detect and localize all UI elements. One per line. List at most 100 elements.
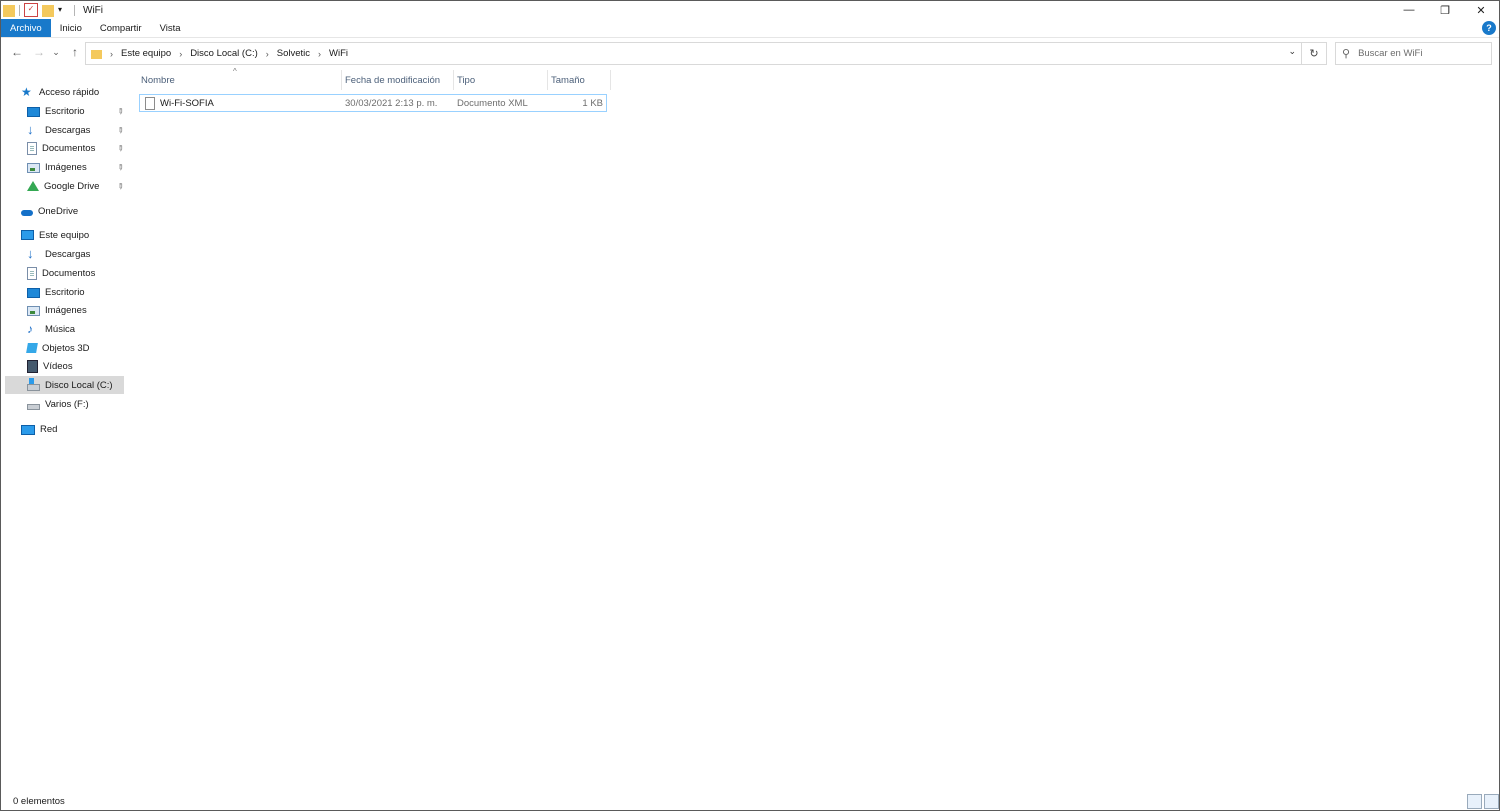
sidebar-item-documentos-pc[interactable]: Documentos xyxy=(5,264,124,282)
breadcrumb-separator: › xyxy=(265,48,269,59)
sidebar-item-escritorio[interactable]: Escritorio ✎ xyxy=(5,102,126,120)
customize-toolbar-icon[interactable]: ▾ xyxy=(58,4,70,16)
sidebar-item-este-equipo[interactable]: Este equipo xyxy=(5,226,124,244)
sidebar-item-label: Descargas xyxy=(45,124,91,136)
address-dropdown-button[interactable]: ⌄ xyxy=(1288,46,1296,57)
sidebar-item-imagenes[interactable]: Imágenes ✎ xyxy=(5,158,126,176)
sidebar-item-videos[interactable]: Vídeos xyxy=(5,357,124,375)
search-input[interactable] xyxy=(1356,47,1481,60)
recent-locations-button[interactable]: ⌄ xyxy=(51,44,61,60)
large-icons-view-button[interactable] xyxy=(1484,794,1499,809)
pin-icon[interactable]: ✎ xyxy=(115,142,126,153)
properties-icon[interactable]: ✓ xyxy=(24,3,38,17)
sidebar-item-musica[interactable]: ♪ Música xyxy=(5,320,124,338)
sidebar-item-label: Google Drive xyxy=(44,180,100,192)
local-disk-icon xyxy=(27,378,40,391)
sidebar-item-varios[interactable]: Varios (F:) xyxy=(5,395,124,413)
sidebar-item-disco-local[interactable]: Disco Local (C:) xyxy=(5,376,124,394)
refresh-button[interactable]: ↻ xyxy=(1301,43,1326,64)
search-icon: ⚲ xyxy=(1342,48,1351,60)
tab-compartir[interactable]: Compartir xyxy=(91,19,151,37)
new-folder-icon[interactable] xyxy=(42,5,54,17)
sidebar-item-escritorio-pc[interactable]: Escritorio xyxy=(5,283,124,301)
separator xyxy=(74,4,75,16)
sidebar-item-label: Escritorio xyxy=(45,105,85,117)
sidebar-item-google-drive[interactable]: Google Drive ✎ xyxy=(5,177,126,195)
3d-objects-icon xyxy=(26,343,38,353)
navigation-pane: ★ Acceso rápido Escritorio ✎ ↓ Descargas… xyxy=(1,70,129,790)
column-header-tamano[interactable]: Tamaño xyxy=(548,70,611,90)
sidebar-item-label: Objetos 3D xyxy=(42,342,90,354)
documents-icon xyxy=(27,141,37,155)
file-name-cell: Wi-Fi-SOFIA xyxy=(140,95,214,111)
address-row: ← → ⌄ ↑ › Este equipo › Disco Local (C:)… xyxy=(1,38,1499,68)
file-name: Wi-Fi-SOFIA xyxy=(160,97,214,109)
column-header-label: Fecha de modificación xyxy=(345,74,441,86)
sidebar-item-label: Documentos xyxy=(42,142,96,154)
sort-ascending-icon: ^ xyxy=(233,67,237,76)
details-view-button[interactable] xyxy=(1467,794,1482,809)
tab-archivo[interactable]: Archivo xyxy=(1,19,51,37)
sidebar-item-label: Escritorio xyxy=(45,286,85,298)
table-row[interactable]: Wi-Fi-SOFIA 30/03/2021 2:13 p. m. Docume… xyxy=(139,94,607,112)
breadcrumb-separator: › xyxy=(179,48,183,59)
file-explorer-window: ✓ ▾ WiFi — ❐ ✕ Archivo Inicio Compartir … xyxy=(0,0,1500,811)
sidebar-item-descargas-pc[interactable]: ↓ Descargas xyxy=(5,245,124,263)
status-item-count: 0 elementos xyxy=(13,796,65,807)
sidebar-item-label: Música xyxy=(45,323,76,335)
sidebar-item-documentos[interactable]: Documentos ✎ xyxy=(5,139,126,157)
tab-inicio[interactable]: Inicio xyxy=(51,19,91,37)
pin-icon[interactable]: ✎ xyxy=(115,161,126,172)
close-button[interactable]: ✕ xyxy=(1463,1,1499,19)
file-list: Nombre ^ Fecha de modificación Tipo Tama… xyxy=(138,67,1499,792)
up-button[interactable]: ↑ xyxy=(67,44,83,60)
sidebar-item-red[interactable]: Red xyxy=(5,420,124,438)
sidebar-item-label: Descargas xyxy=(45,248,91,260)
tab-vista[interactable]: Vista xyxy=(151,19,190,37)
pin-icon[interactable]: ✎ xyxy=(115,124,126,135)
pin-icon[interactable]: ✎ xyxy=(115,105,126,116)
drive-icon xyxy=(27,403,40,410)
status-bar: 0 elementos xyxy=(1,793,1499,810)
window-controls: — ❐ ✕ xyxy=(1391,1,1499,19)
view-switcher xyxy=(1465,794,1499,809)
videos-icon xyxy=(27,359,38,373)
window-title: WiFi xyxy=(83,4,103,16)
ribbon-tabs: Archivo Inicio Compartir Vista ? xyxy=(1,19,1499,38)
sidebar-item-label: Disco Local (C:) xyxy=(45,379,113,391)
column-header-nombre[interactable]: Nombre ^ xyxy=(138,67,342,90)
file-type: Documento XML xyxy=(457,97,528,109)
pin-icon[interactable]: ✎ xyxy=(115,180,126,191)
pictures-icon xyxy=(27,305,40,316)
column-header-tipo[interactable]: Tipo xyxy=(454,70,548,90)
back-button[interactable]: ← xyxy=(9,44,25,60)
breadcrumb-este-equipo[interactable]: Este equipo xyxy=(121,48,171,59)
breadcrumb-disco-local[interactable]: Disco Local (C:) xyxy=(190,48,258,59)
help-button[interactable]: ? xyxy=(1482,21,1496,35)
column-header-fecha[interactable]: Fecha de modificación xyxy=(342,70,454,90)
breadcrumb-separator: › xyxy=(318,48,322,59)
sidebar-item-imagenes-pc[interactable]: Imágenes xyxy=(5,301,124,319)
sidebar-item-label: Imágenes xyxy=(45,304,87,316)
sidebar-item-label: Acceso rápido xyxy=(39,86,100,98)
download-icon: ↓ xyxy=(27,122,34,137)
sidebar-item-label: Este equipo xyxy=(39,229,90,241)
onedrive-icon xyxy=(21,209,33,216)
forward-button[interactable]: → xyxy=(31,44,47,60)
sidebar-item-label: Red xyxy=(40,423,58,435)
sidebar-item-label: OneDrive xyxy=(38,205,79,217)
sidebar-item-objetos-3d[interactable]: Objetos 3D xyxy=(5,339,124,357)
network-icon xyxy=(21,425,35,435)
sidebar-item-acceso-rapido[interactable]: ★ Acceso rápido xyxy=(5,83,124,101)
sidebar-item-descargas[interactable]: ↓ Descargas ✎ xyxy=(5,121,126,139)
file-size: 1 KB xyxy=(582,97,603,109)
breadcrumb-separator: › xyxy=(110,48,113,59)
breadcrumb-wifi[interactable]: WiFi xyxy=(329,48,348,59)
search-box: ⚲ xyxy=(1335,42,1492,65)
column-header-label: Tamaño xyxy=(551,74,585,86)
sidebar-item-onedrive[interactable]: OneDrive xyxy=(5,202,124,220)
restore-button[interactable]: ❐ xyxy=(1427,1,1463,19)
minimize-button[interactable]: — xyxy=(1391,1,1427,19)
breadcrumb-solvetic[interactable]: Solvetic xyxy=(277,48,310,59)
address-bar[interactable]: › Este equipo › Disco Local (C:) › Solve… xyxy=(85,42,1327,65)
